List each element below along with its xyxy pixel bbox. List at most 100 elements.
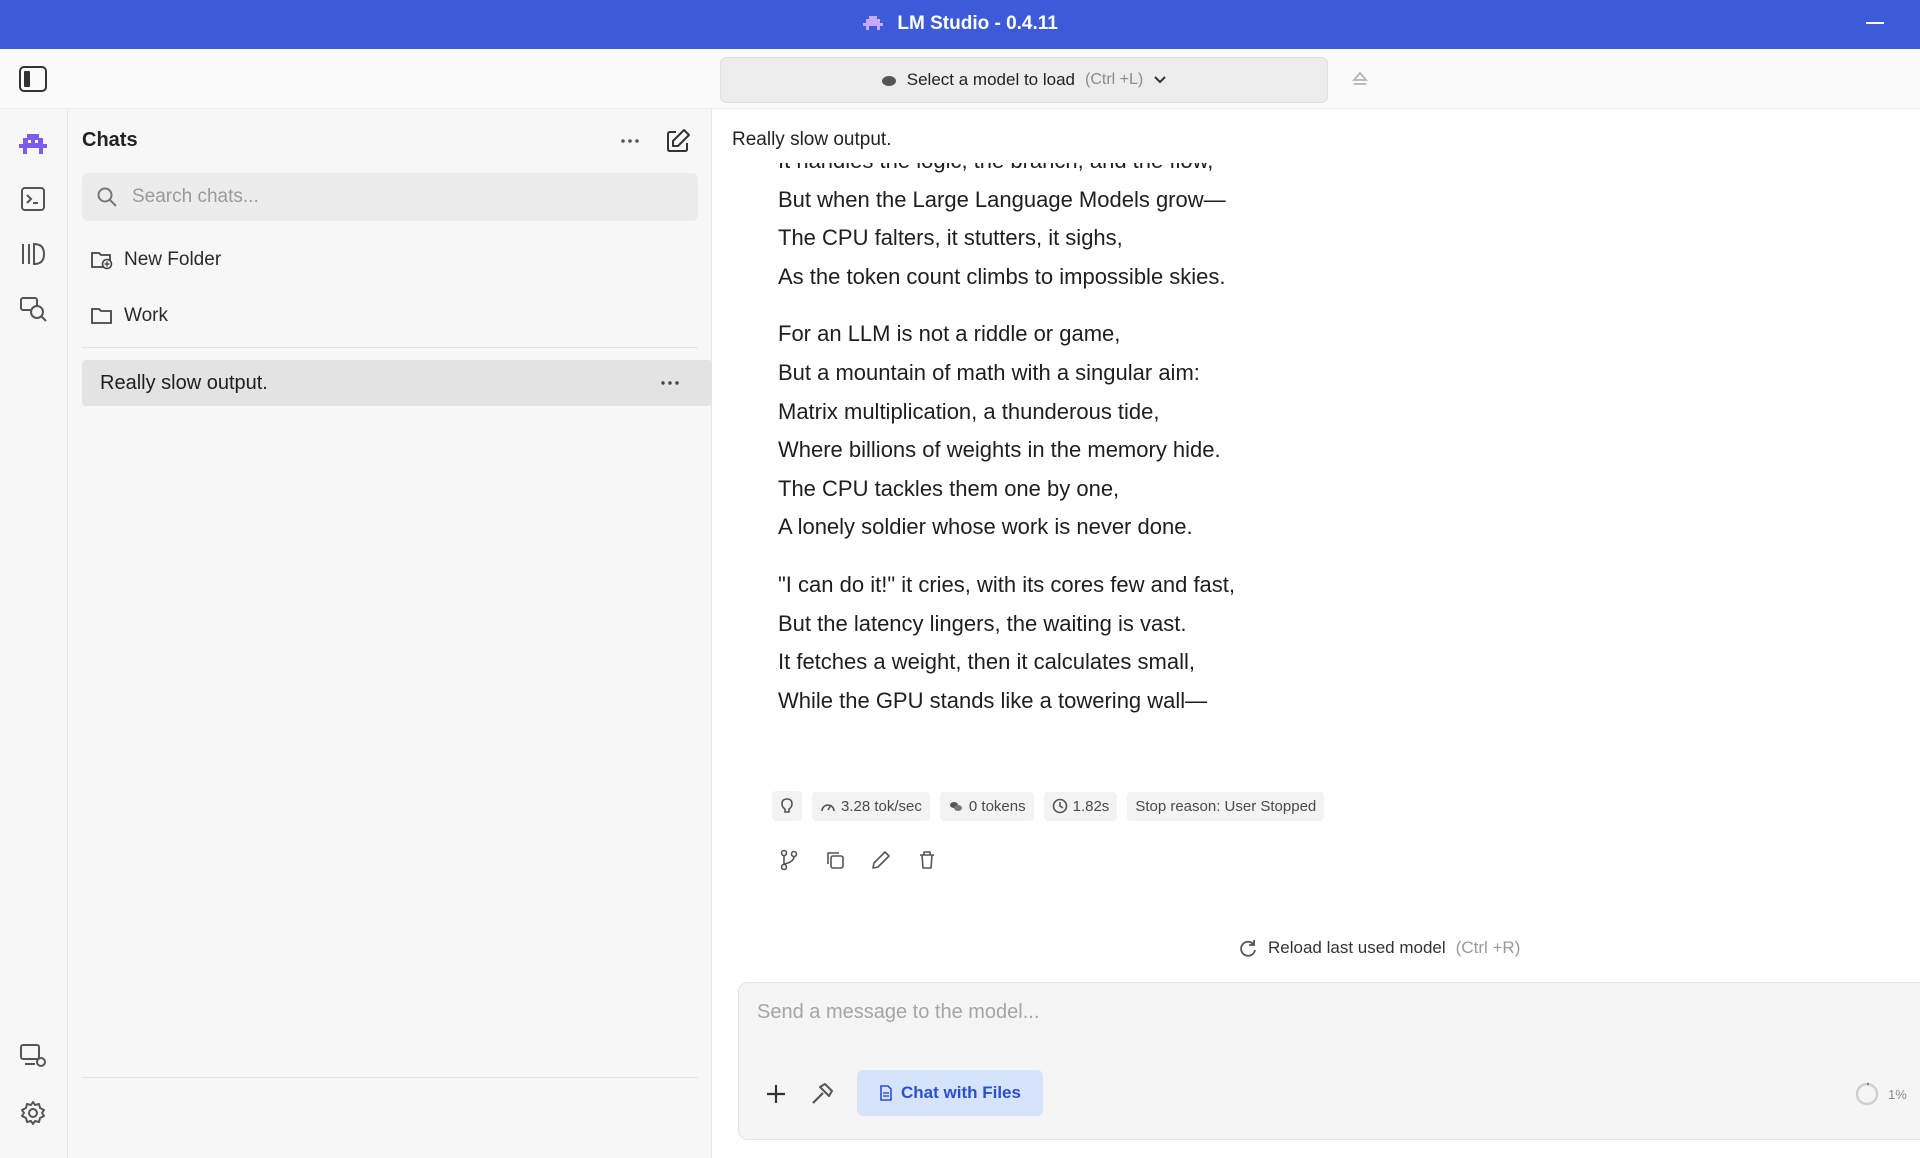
rail-models-button[interactable] <box>16 237 50 271</box>
speed-value: 3.28 tok/sec <box>841 797 922 815</box>
message-line: The CPU falters, it stutters, it sighs, <box>778 225 1123 251</box>
document-icon <box>880 1085 892 1101</box>
speedometer-icon <box>821 804 835 812</box>
left-nav-rail <box>0 109 68 1158</box>
message-line: It fetches a weight, then it calculates … <box>778 649 1195 675</box>
stop-reason-value: Stop reason: User Stopped <box>1135 797 1317 815</box>
model-icon <box>881 76 896 86</box>
rail-chat-button[interactable] <box>16 128 50 162</box>
message-stanza: "I can do it!" it cries, with its cores … <box>778 566 1678 715</box>
chat-with-files-button[interactable]: Chat with Files <box>857 1070 1043 1116</box>
search-chats <box>82 173 698 221</box>
window-title: LM Studio - 0.4.11 <box>897 13 1058 34</box>
message-stats: 3.28 tok/sec 0 tokens 1.82s Stop reason:… <box>772 791 1325 821</box>
stop-reason-stat: Stop reason: User Stopped <box>1127 791 1325 821</box>
context-usage: 1% <box>1854 1081 1907 1107</box>
message-line: For an LLM is not a riddle or game, <box>778 321 1121 347</box>
message-actions <box>778 849 938 871</box>
message-line: Where billions of weights in the memory … <box>778 437 1221 463</box>
chat-main-area: Really slow output. It handles the logic… <box>712 109 1920 1158</box>
pencil-icon[interactable] <box>870 849 892 871</box>
folder-new-folder[interactable]: New Folder <box>90 245 221 275</box>
refresh-icon <box>1240 940 1256 957</box>
message-input[interactable] <box>757 1001 1857 1041</box>
sidebar-toggle-button[interactable] <box>18 65 48 93</box>
new-chat-button[interactable] <box>664 127 692 155</box>
chat-item-really-slow-output[interactable]: Really slow output. <box>82 360 712 406</box>
context-usage-value: 1% <box>1888 1086 1907 1102</box>
message-stanza: It handles the logic, the branch, and th… <box>778 163 1678 296</box>
chats-more-button[interactable] <box>616 131 644 151</box>
trash-icon[interactable] <box>916 849 938 871</box>
message-line: As the token count climbs to impossible … <box>778 263 1226 289</box>
sidebar-toggle-icon <box>19 66 47 92</box>
assistant-message: It handles the logic, the branch, and th… <box>778 163 1678 715</box>
rail-developer-button[interactable] <box>16 182 50 216</box>
speed-stat: 3.28 tok/sec <box>812 791 930 821</box>
time-stat: 1.82s <box>1043 791 1118 821</box>
reload-shortcut: (Ctrl +R) <box>1455 938 1521 957</box>
chats-divider <box>82 347 698 348</box>
hammer-icon[interactable] <box>809 1081 835 1107</box>
more-horizontal-icon <box>621 139 639 143</box>
message-line: It handles the logic, the branch, and th… <box>778 163 1678 181</box>
chat-item-label: Really slow output. <box>100 372 268 394</box>
rail-discover-button[interactable] <box>16 291 50 325</box>
gear-icon <box>21 1101 45 1125</box>
thought-indicator[interactable] <box>772 791 802 821</box>
search-robot-icon <box>20 297 47 322</box>
message-line: A lonely soldier whose work is never don… <box>778 514 1193 540</box>
edit-icon <box>667 129 690 152</box>
model-select-label: Select a model to load <box>906 70 1075 89</box>
top-toolbar: Select a model to load (Ctrl +L) <box>0 49 1920 109</box>
message-composer: Chat with Files 1% <box>738 982 1920 1140</box>
folder-icon <box>91 308 112 324</box>
coins-icon <box>949 802 962 811</box>
folder-columns-icon <box>22 242 46 266</box>
rail-settings-button[interactable] <box>16 1096 50 1130</box>
message-line: But the latency lingers, the waiting is … <box>778 610 1187 636</box>
window-title-wrap: LM Studio - 0.4.11 <box>0 13 1920 35</box>
message-line: But a mountain of math with a singular a… <box>778 359 1200 385</box>
message-line: Matrix multiplication, a thunderous tide… <box>778 398 1160 424</box>
model-select-shortcut: (Ctrl +L) <box>1084 71 1144 88</box>
plus-icon[interactable] <box>763 1081 789 1107</box>
search-icon <box>97 187 117 207</box>
search-chats-input[interactable] <box>132 173 682 221</box>
chats-panel: Chats New Folder Work Re <box>68 109 712 1158</box>
rail-hardware-button[interactable] <box>16 1039 50 1073</box>
message-line: The CPU tackles them one by one, <box>778 475 1120 501</box>
terminal-icon <box>21 187 45 211</box>
folder-plus-icon <box>91 252 113 270</box>
branch-icon[interactable] <box>778 849 800 871</box>
chat-item-more-icon[interactable] <box>658 378 682 388</box>
folder-label: Work <box>124 305 168 326</box>
chats-bottom-divider <box>82 1077 698 1078</box>
chats-header: Chats <box>82 129 138 151</box>
reload-label: Reload last used model <box>1268 938 1446 957</box>
model-select-dropdown[interactable]: Select a model to load (Ctrl +L) <box>720 57 1328 103</box>
folder-work[interactable]: Work <box>90 301 168 331</box>
lm-studio-logo-icon <box>863 16 884 30</box>
reload-model-button[interactable]: Reload last used model (Ctrl +R) <box>1238 938 1520 958</box>
message-line: "I can do it!" it cries, with its cores … <box>778 571 1236 597</box>
message-line: While the GPU stands like a towering wal… <box>778 687 1208 713</box>
eject-icon <box>1352 71 1368 85</box>
chat-robot-icon <box>19 134 47 154</box>
message-stanza: For an LLM is not a riddle or game, But a… <box>778 315 1678 547</box>
chat-title: Really slow output. <box>732 129 892 150</box>
chevron-down-icon <box>1154 76 1166 84</box>
folder-label: New Folder <box>124 249 222 270</box>
monitor-icon <box>20 1044 46 1067</box>
tokens-stat: 0 tokens <box>939 791 1034 821</box>
context-ring-icon <box>1855 1082 1879 1106</box>
tokens-value: 0 tokens <box>968 797 1026 815</box>
minimize-button[interactable] <box>1866 22 1884 24</box>
eject-button[interactable] <box>1348 67 1372 91</box>
lightbulb-icon <box>781 798 793 813</box>
title-bar: LM Studio - 0.4.11 <box>0 0 1920 49</box>
copy-icon[interactable] <box>824 849 846 871</box>
message-line: But when the Large Language Models grow— <box>778 186 1226 212</box>
time-value: 1.82s <box>1072 797 1110 815</box>
chat-with-files-label: Chat with Files <box>901 1083 1021 1102</box>
